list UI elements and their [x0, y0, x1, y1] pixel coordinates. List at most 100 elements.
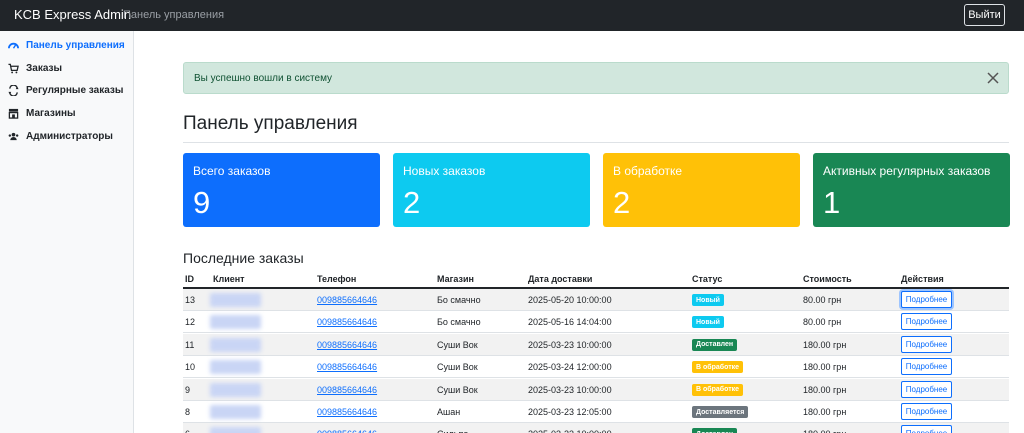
cell-id: 13 [185, 295, 196, 305]
recent-orders-title: Последние заказы [183, 250, 304, 266]
cell-store: Ашан [437, 407, 461, 417]
cell-delivery-date: 2025-03-23 10:00:00 [528, 384, 612, 395]
client-name-redacted [210, 360, 261, 375]
details-button[interactable]: Подробнее [901, 335, 952, 353]
stat-card-new-orders: Новых заказов 2 [393, 153, 590, 227]
status-badge: Новый [692, 316, 724, 329]
alert-message: Вы успешно вошли в систему [194, 73, 333, 84]
header-client: Клиент [213, 274, 245, 284]
phone-link[interactable]: 009885664646 [317, 407, 377, 417]
brand-logo[interactable]: KCB Express Admin [14, 7, 131, 22]
header-phone: Телефон [317, 274, 357, 284]
header-status: Статус [692, 274, 723, 284]
cell-id: 8 [185, 407, 191, 417]
close-icon[interactable] [986, 71, 1000, 85]
table-row: 10 009885664646 Суши Вок 2025-03-24 12:00:0… [183, 356, 1009, 379]
dashboard-icon [8, 42, 19, 49]
cell-id: 12 [185, 317, 196, 328]
client-name-redacted [210, 427, 261, 433]
sidebar-item-dashboard[interactable]: Панель управления [8, 40, 125, 51]
phone-link[interactable]: 009885664646 [317, 385, 377, 395]
phone-link[interactable]: 009885664646 [317, 362, 377, 372]
cell-store: Суши Вок [437, 384, 478, 395]
sidebar-item-stores[interactable]: Магазины [8, 108, 76, 119]
success-alert: Вы успешно вошли в систему [183, 62, 1009, 94]
details-button[interactable]: Подробнее [901, 403, 952, 420]
cell-store: Суши Вок [437, 339, 478, 350]
status-badge: Новый [692, 294, 724, 306]
card-value: 9 [193, 185, 211, 220]
header-actions: Действия [901, 274, 944, 284]
card-value: 2 [403, 185, 421, 220]
sidebar-item-label: Заказы [26, 63, 63, 74]
navbar-dashboard-link[interactable]: Панель управления [123, 9, 224, 21]
details-button[interactable]: Подробнее [901, 380, 952, 398]
sidebar-item-orders[interactable]: Заказы [8, 63, 62, 74]
table-row: 11 009885664646 Суши Вок 2025-03-23 10:00:0… [183, 333, 1009, 356]
status-badge: Доставлен [692, 338, 738, 351]
sidebar-item-label: Магазины [26, 108, 76, 119]
stat-card-total-orders: Всего заказов 9 [183, 153, 380, 227]
cell-id: 9 [185, 384, 191, 395]
status-badge: В обработке [692, 383, 744, 396]
card-value: 2 [613, 185, 631, 220]
card-label: Активных регулярных заказов [823, 164, 991, 178]
top-navbar: KCB Express Admin Панель управления Выйт… [0, 0, 1024, 31]
client-name-redacted [210, 382, 261, 397]
sidebar-item-label: Панель управления [26, 40, 125, 51]
sidebar-item-admins[interactable]: Администраторы [8, 131, 113, 142]
cell-price: 180.00 грн [803, 429, 846, 433]
card-label: В обработке [613, 164, 683, 178]
sidebar: Панель управления Заказы Регулярные зака… [0, 31, 134, 433]
phone-link[interactable]: 009885664646 [317, 429, 377, 433]
details-button[interactable]: Подробнее [901, 291, 952, 308]
table-row: 9 009885664646 Суши Вок 2025-03-23 10:00:00… [183, 378, 1009, 401]
client-name-redacted [210, 293, 261, 307]
stat-card-processing: В обработке 2 [603, 153, 800, 227]
card-label: Всего заказов [193, 164, 271, 178]
cell-price: 180.00 грн [803, 362, 847, 373]
table-row: 8 009885664646 Ашан 2025-03-23 12:05:00 Дост… [183, 401, 1009, 423]
sidebar-item-recurring-orders[interactable]: Регулярные заказы [8, 85, 123, 96]
page-title: Панель управления [183, 113, 358, 134]
cell-store: Бо смачно [437, 317, 481, 328]
details-button[interactable]: Подробнее [901, 313, 952, 331]
status-badge: В обработке [692, 361, 744, 374]
status-badge: Доставляется [692, 406, 749, 418]
client-name-redacted [210, 315, 261, 330]
cell-store: Бо смачно [437, 295, 481, 305]
recurring-icon [8, 85, 19, 96]
stat-card-active-recurring: Активных регулярных заказов 1 [813, 153, 1010, 227]
client-name-redacted [210, 337, 261, 352]
header-id: ID [185, 274, 194, 284]
logout-button[interactable]: Выйти [964, 4, 1005, 26]
cell-price: 180.00 грн [803, 339, 847, 350]
details-button[interactable]: Подробнее [901, 358, 952, 376]
details-button[interactable]: Подробнее [901, 425, 952, 433]
cell-delivery-date: 2025-03-24 12:00:00 [528, 362, 612, 373]
table-row: 12 009885664646 Бо смачно 2025-05-16 14:04:… [183, 311, 1009, 334]
sidebar-item-label: Администраторы [26, 131, 113, 142]
client-name-redacted [210, 405, 261, 419]
cell-price: 80.00 грн [803, 317, 842, 328]
divider [183, 142, 1009, 143]
phone-link[interactable]: 009885664646 [317, 340, 377, 350]
table-row: 6 009885664646 Сильпо 2025-03-23 10:00:00 До… [183, 423, 1009, 433]
cell-delivery-date: 2025-05-20 10:00:00 [528, 295, 612, 305]
cell-price: 180.00 грн [803, 407, 847, 417]
cell-price: 80.00 грн [803, 295, 842, 305]
header-store: Магазин [437, 274, 474, 284]
phone-link[interactable]: 009885664646 [317, 295, 377, 305]
cell-delivery-date: 2025-03-23 10:00:00 [528, 429, 612, 433]
phone-link[interactable]: 009885664646 [317, 317, 377, 327]
cell-delivery-date: 2025-03-23 10:00:00 [528, 339, 612, 350]
header-delivery-date: Дата доставки [528, 274, 593, 284]
cell-price: 180.00 грн [803, 384, 847, 395]
status-badge: Доставлен [692, 428, 738, 433]
header-price: Стоимость [803, 274, 852, 284]
store-icon [8, 108, 19, 119]
card-value: 1 [823, 185, 841, 220]
users-icon [8, 132, 19, 141]
sidebar-item-label: Регулярные заказы [26, 85, 124, 96]
table-header: ID Клиент Телефон Магазин Дата доставки … [183, 270, 1009, 289]
